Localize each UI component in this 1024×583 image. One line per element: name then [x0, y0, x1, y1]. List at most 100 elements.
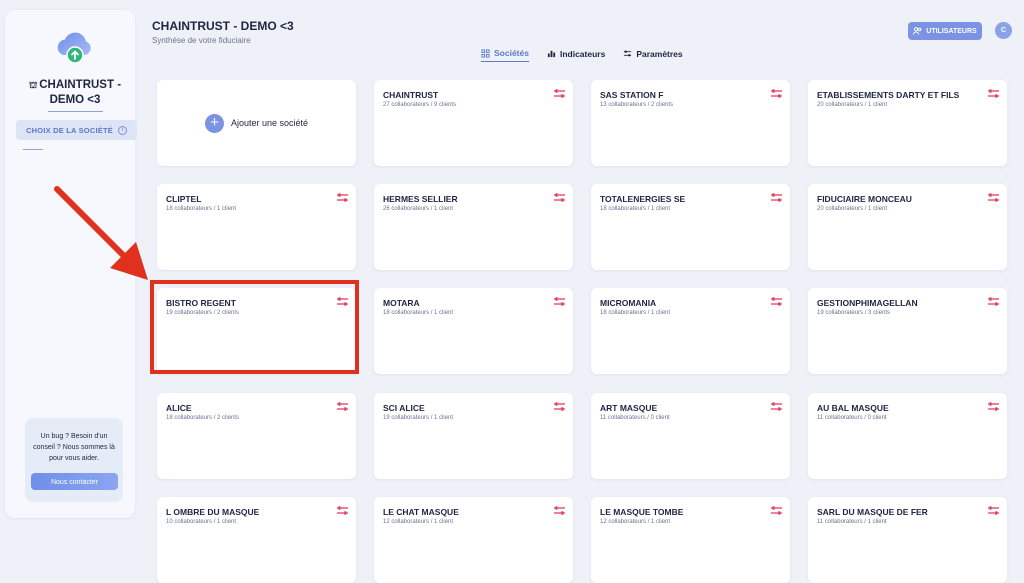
company-stats: 20 collaborateurs / 1 client	[817, 206, 888, 212]
sliders-settings-icon[interactable]	[770, 88, 783, 99]
company-card[interactable]: SAS STATION F 13 collaborateurs / 2 clien…	[591, 80, 790, 166]
company-card[interactable]: LE MASQUE TOMBE 12 collaborateurs / 1 cli…	[591, 497, 790, 583]
users-icon	[913, 27, 922, 35]
sliders-settings-icon[interactable]	[987, 401, 1000, 412]
company-card[interactable]: SARL DU MASQUE DE FER 11 collaborateurs /…	[808, 497, 1007, 583]
section-divider	[23, 149, 43, 150]
company-card[interactable]: CLIPTEL 18 collaborateurs / 1 client	[157, 184, 356, 270]
company-card[interactable]: MICROMANIA 18 collaborateurs / 1 client	[591, 288, 790, 374]
company-name: ALICE	[166, 403, 192, 413]
users-button-label: UTILISATEURS	[926, 27, 977, 35]
company-name: HERMES SELLIER	[383, 194, 458, 204]
company-stats: 12 collaborateurs / 1 client	[383, 519, 454, 525]
company-stats: 11 collaborateurs / 0 client	[817, 415, 887, 421]
company-name: GESTIONPHIMAGELLAN	[817, 298, 918, 308]
company-name: MICROMANIA	[600, 298, 657, 308]
company-name: CLIPTEL	[166, 194, 202, 204]
company-stats: 12 collaborateurs / 1 client	[600, 519, 671, 525]
sliders-settings-icon[interactable]	[770, 505, 783, 516]
building-icon	[481, 48, 490, 58]
org-name: ⛫ CHAINTRUST - DEMO <3	[15, 78, 135, 108]
sliders-settings-icon[interactable]	[553, 296, 566, 307]
tab-indicateurs[interactable]: Indicateurs	[547, 48, 605, 62]
help-text: Un bug ? Besoin d'un conseil ? Nous somm…	[33, 433, 115, 462]
company-card[interactable]: L OMBRE DU MASQUE 10 collaborateurs / 1 c…	[157, 497, 356, 583]
company-card[interactable]: SCI ALICE 19 collaborateurs / 1 client	[374, 393, 573, 479]
sliders-settings-icon[interactable]	[553, 505, 566, 516]
contact-button[interactable]: Nous contacter	[31, 473, 118, 490]
sliders-settings-icon[interactable]	[770, 401, 783, 412]
highlight-box-annotation	[150, 280, 359, 374]
sliders-settings-icon[interactable]	[987, 88, 1000, 99]
page-title: CHAINTRUST - DEMO <3	[152, 19, 294, 33]
company-stats: 18 collaborateurs / 1 client	[600, 310, 671, 316]
plus-icon: +	[204, 113, 224, 133]
add-company-label: Ajouter une société	[230, 118, 309, 128]
company-name: L OMBRE DU MASQUE	[166, 507, 260, 517]
company-name: SARL DU MASQUE DE FER	[817, 507, 928, 517]
company-stats: 19 collaborateurs / 1 client	[383, 415, 454, 421]
company-name: ETABLISSEMENTS DARTY ET FILS	[817, 90, 960, 100]
tab-label: Indicateurs	[559, 48, 606, 59]
help-box: Un bug ? Besoin d'un conseil ? Nous somm…	[25, 418, 123, 502]
sliders-settings-icon[interactable]	[336, 192, 349, 203]
company-name: SCI ALICE	[383, 403, 425, 413]
company-stats: 18 collaborateurs / 1 client	[166, 206, 237, 212]
company-card[interactable]: GESTIONPHIMAGELLAN 19 collaborateurs / 3 …	[808, 288, 1007, 374]
company-card[interactable]: ETABLISSEMENTS DARTY ET FILS 20 collabora…	[808, 80, 1007, 166]
sliders-settings-icon[interactable]	[770, 296, 783, 307]
company-stats: 18 collaborateurs / 1 client	[600, 206, 671, 212]
company-card[interactable]: TOTALENERGIES SE 18 collaborateurs / 1 cl…	[591, 184, 790, 270]
company-name: MOTARA	[383, 298, 420, 308]
sliders-settings-icon[interactable]	[553, 401, 566, 412]
company-stats: 11 collaborateurs / 1 client	[817, 519, 887, 525]
sliders-settings-icon[interactable]	[336, 505, 349, 516]
company-card[interactable]: CHAINTRUST 27 collaborateurs / 9 clients	[374, 80, 573, 166]
org-name-label: CHAINTRUST - DEMO <3	[39, 79, 122, 106]
company-name: ART MASQUE	[600, 403, 658, 413]
company-stats: 11 collaborateurs / 0 client	[600, 415, 670, 421]
company-stats: 26 collaborateurs / 1 client	[383, 206, 454, 212]
company-card[interactable]: AU BAL MASQUE 11 collaborateurs / 0 clien…	[808, 393, 1007, 479]
tab-parametres[interactable]: Paramètres	[623, 48, 683, 62]
users-button[interactable]: UTILISATEURS	[908, 22, 982, 40]
avatar[interactable]: C	[995, 22, 1012, 39]
sliders-settings-icon[interactable]	[987, 192, 1000, 203]
bar-chart-icon	[547, 50, 556, 58]
sliders-settings-icon[interactable]	[553, 192, 566, 203]
add-company-card[interactable]: + Ajouter une société	[157, 80, 356, 166]
sliders-settings-icon[interactable]	[987, 505, 1000, 516]
bank-icon: ⛫	[28, 80, 38, 90]
sliders-icon	[624, 50, 632, 57]
tab-societes[interactable]: Sociétés	[481, 48, 529, 62]
choose-company-button[interactable]: CHOIX DE LA SOCIÉTÉ i	[16, 120, 137, 140]
company-stats: 10 collaborateurs / 1 client	[166, 519, 237, 525]
page-subtitle: Synthèse de votre fiduciaire	[152, 36, 251, 45]
company-stats: 18 collaborateurs / 2 clients	[166, 415, 240, 421]
company-stats: 18 collaborateurs / 1 client	[383, 310, 454, 316]
company-name: FIDUCIAIRE MONCEAU	[817, 194, 912, 204]
sliders-settings-icon[interactable]	[336, 401, 349, 412]
company-card[interactable]: ALICE 18 collaborateurs / 2 clients	[157, 393, 356, 479]
company-stats: 27 collaborateurs / 9 clients	[383, 102, 457, 108]
org-divider	[48, 111, 103, 112]
company-stats: 20 collaborateurs / 1 client	[817, 102, 888, 108]
company-card[interactable]: HERMES SELLIER 26 collaborateurs / 1 clie…	[374, 184, 573, 270]
company-name: SAS STATION F	[600, 90, 664, 100]
company-card[interactable]: ART MASQUE 11 collaborateurs / 0 client	[591, 393, 790, 479]
sliders-settings-icon[interactable]	[987, 296, 1000, 307]
sliders-settings-icon[interactable]	[770, 192, 783, 203]
company-name: LE MASQUE TOMBE	[600, 507, 684, 517]
choose-company-label: CHOIX DE LA SOCIÉTÉ	[26, 125, 113, 135]
info-icon: i	[117, 125, 127, 135]
sliders-settings-icon[interactable]	[553, 88, 566, 99]
company-card[interactable]: MOTARA 18 collaborateurs / 1 client	[374, 288, 573, 374]
tab-label: Paramètres	[636, 48, 683, 59]
company-name: AU BAL MASQUE	[817, 403, 889, 413]
company-card[interactable]: LE CHAT MASQUE 12 collaborateurs / 1 clie…	[374, 497, 573, 583]
company-name: CHAINTRUST	[383, 90, 439, 100]
company-name: LE CHAT MASQUE	[383, 507, 459, 517]
company-card[interactable]: FIDUCIAIRE MONCEAU 20 collaborateurs / 1 …	[808, 184, 1007, 270]
company-stats: 19 collaborateurs / 3 clients	[817, 310, 891, 316]
company-name: TOTALENERGIES SE	[600, 194, 686, 204]
